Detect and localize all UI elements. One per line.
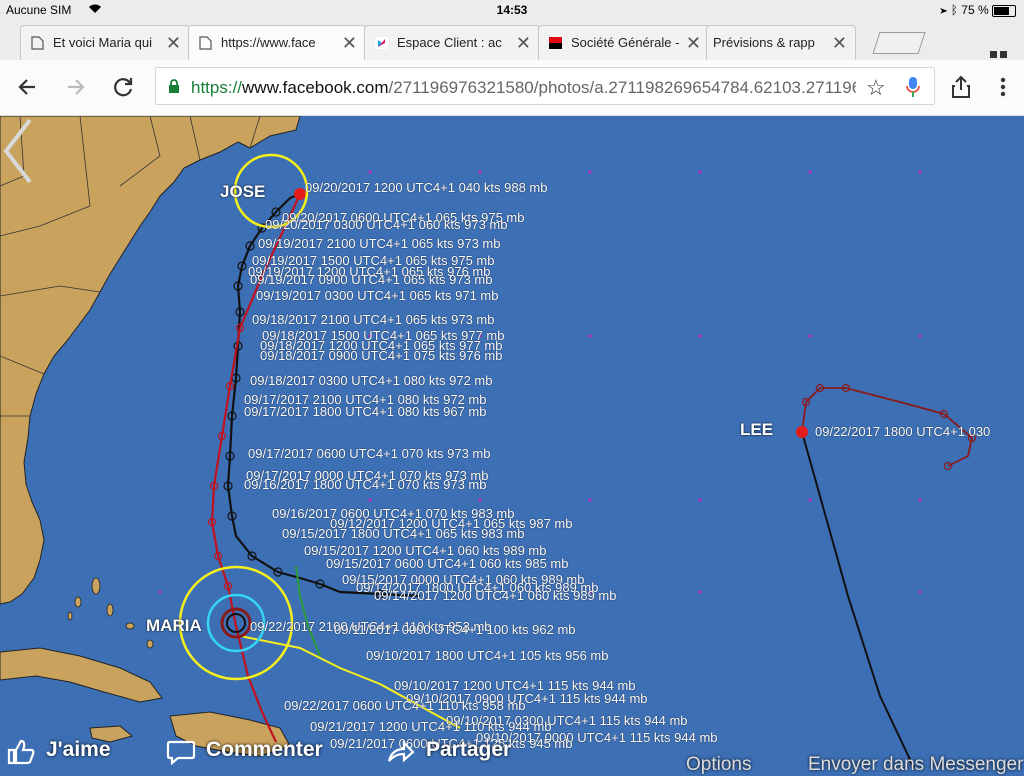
track-label: 09/22/2017 1800 UTC4+1 030 (815, 424, 991, 439)
battery-icon (992, 4, 1016, 17)
track-label: 09/10/2017 1800 UTC4+1 105 kts 956 mb (366, 648, 609, 663)
tab-previsions[interactable]: Prévisions & rapp ✕ (706, 25, 856, 60)
tab-label: Société Générale - (571, 35, 679, 50)
photo-action-bar: J'aime Commenter Partager Options Envoye… (0, 732, 1024, 775)
reload-icon[interactable] (110, 74, 136, 100)
comment-bubble-icon (166, 740, 196, 765)
back-arrow-icon[interactable] (15, 74, 41, 100)
track-label: 09/15/2017 0600 UTC4+1 060 kts 985 mb (326, 556, 569, 571)
storm-name-lee: LEE (740, 420, 774, 439)
tab-label: Espace Client : ac (397, 35, 502, 50)
track-label: 09/19/2017 2100 UTC4+1 065 kts 973 mb (258, 236, 501, 251)
send-messenger-button[interactable]: Envoyer dans Messenger (808, 754, 1023, 776)
like-thumb-icon (7, 739, 35, 765)
tab-label: Et voici Maria qui (53, 35, 152, 50)
societe-generale-logo-icon (549, 37, 562, 49)
close-icon[interactable]: ✕ (166, 33, 181, 54)
track-label: 09/20/2017 0300 UTC4+1 060 kts 973 mb (265, 217, 508, 232)
battery-percent: 75 % (961, 3, 989, 17)
page-icon (31, 36, 44, 50)
new-tab-button[interactable] (872, 32, 926, 54)
lock-icon (169, 79, 179, 93)
storm-name-maria: MARIA (146, 616, 202, 635)
share-arrow-icon (387, 740, 415, 763)
close-icon[interactable]: ✕ (832, 33, 847, 54)
address-bar[interactable]: https://www.facebook.com/271196976321580… (155, 67, 935, 105)
tab-espace-client[interactable]: Espace Client : ac ✕ (364, 25, 540, 60)
close-icon[interactable]: ✕ (686, 33, 701, 54)
track-label: 09/18/2017 2100 UTC4+1 065 kts 973 mb (252, 312, 495, 327)
track-label: 09/11/2017 0000 UTC4+1 100 kts 962 mb (334, 622, 576, 637)
tab-facebook-photo[interactable]: https://www.face ✕ (188, 25, 366, 60)
location-icon: ➤ (940, 3, 948, 17)
status-bar: Aucune SIM 14:53 ➤ ᛒ 75 % (0, 0, 1024, 20)
lee-center-marker (796, 426, 808, 438)
track-label: 09/22/2017 0600 UTC4+1 110 kts 958 mb (284, 698, 526, 713)
like-button[interactable]: J'aime (46, 738, 111, 762)
tab-label: Prévisions & rapp (713, 35, 815, 50)
page-icon (199, 36, 212, 50)
hurricane-track-map[interactable]: JOSE LEE MARIA 09/20/2017 1200 UTC4+1 04… (0, 116, 1024, 768)
track-label: 09/14/2017 1200 UTC4+1 060 kts 989 mb (374, 588, 617, 603)
microphone-icon[interactable] (906, 76, 920, 98)
tab-strip: Et voici Maria qui ✕ https://www.face ✕ … (0, 20, 1024, 68)
bluetooth-icon: ᛒ (950, 3, 958, 17)
forward-arrow-icon[interactable] (62, 74, 88, 100)
tab-maria[interactable]: Et voici Maria qui ✕ (20, 25, 190, 60)
options-button[interactable]: Options (686, 754, 751, 776)
tab-societe-generale[interactable]: Société Générale - ✕ (538, 25, 710, 60)
bookmark-star-icon[interactable]: ☆ (866, 75, 886, 101)
tab-label: https://www.face (221, 35, 316, 50)
share-icon[interactable] (948, 74, 974, 100)
browser-toolbar: https://www.facebook.com/271196976321580… (0, 60, 1024, 116)
more-menu-icon[interactable] (990, 74, 1016, 100)
storm-name-jose: JOSE (220, 182, 266, 201)
battery-indicator: ➤ ᛒ 75 % (940, 3, 1016, 17)
sfr-logo-icon (375, 37, 388, 49)
url-text[interactable]: https://www.facebook.com/271196976321580… (191, 78, 856, 98)
clock: 14:53 (496, 3, 528, 17)
close-icon[interactable]: ✕ (342, 33, 357, 54)
share-button[interactable]: Partager (426, 738, 511, 762)
track-label: 09/16/2017 1800 UTC4+1 070 kts 973 mb (244, 477, 487, 492)
track-label: 09/17/2017 0600 UTC4+1 070 kts 973 mb (248, 446, 491, 461)
track-label: 09/17/2017 1800 UTC4+1 080 kts 967 mb (244, 404, 487, 419)
close-icon[interactable]: ✕ (516, 33, 531, 54)
track-label: 09/19/2017 0900 UTC4+1 065 kts 973 mb (250, 272, 493, 287)
track-label: 09/19/2017 0300 UTC4+1 065 kts 971 mb (256, 288, 499, 303)
track-label: 09/18/2017 0900 UTC4+1 075 kts 976 mb (260, 348, 503, 363)
track-label: 09/20/2017 1200 UTC4+1 040 kts 988 mb (305, 180, 548, 195)
track-label: 09/15/2017 1800 UTC4+1 065 kts 983 mb (282, 526, 525, 541)
track-label: 09/18/2017 0300 UTC4+1 080 kts 972 mb (250, 373, 493, 388)
comment-button[interactable]: Commenter (206, 738, 323, 762)
previous-photo-arrow-icon[interactable] (0, 116, 34, 186)
